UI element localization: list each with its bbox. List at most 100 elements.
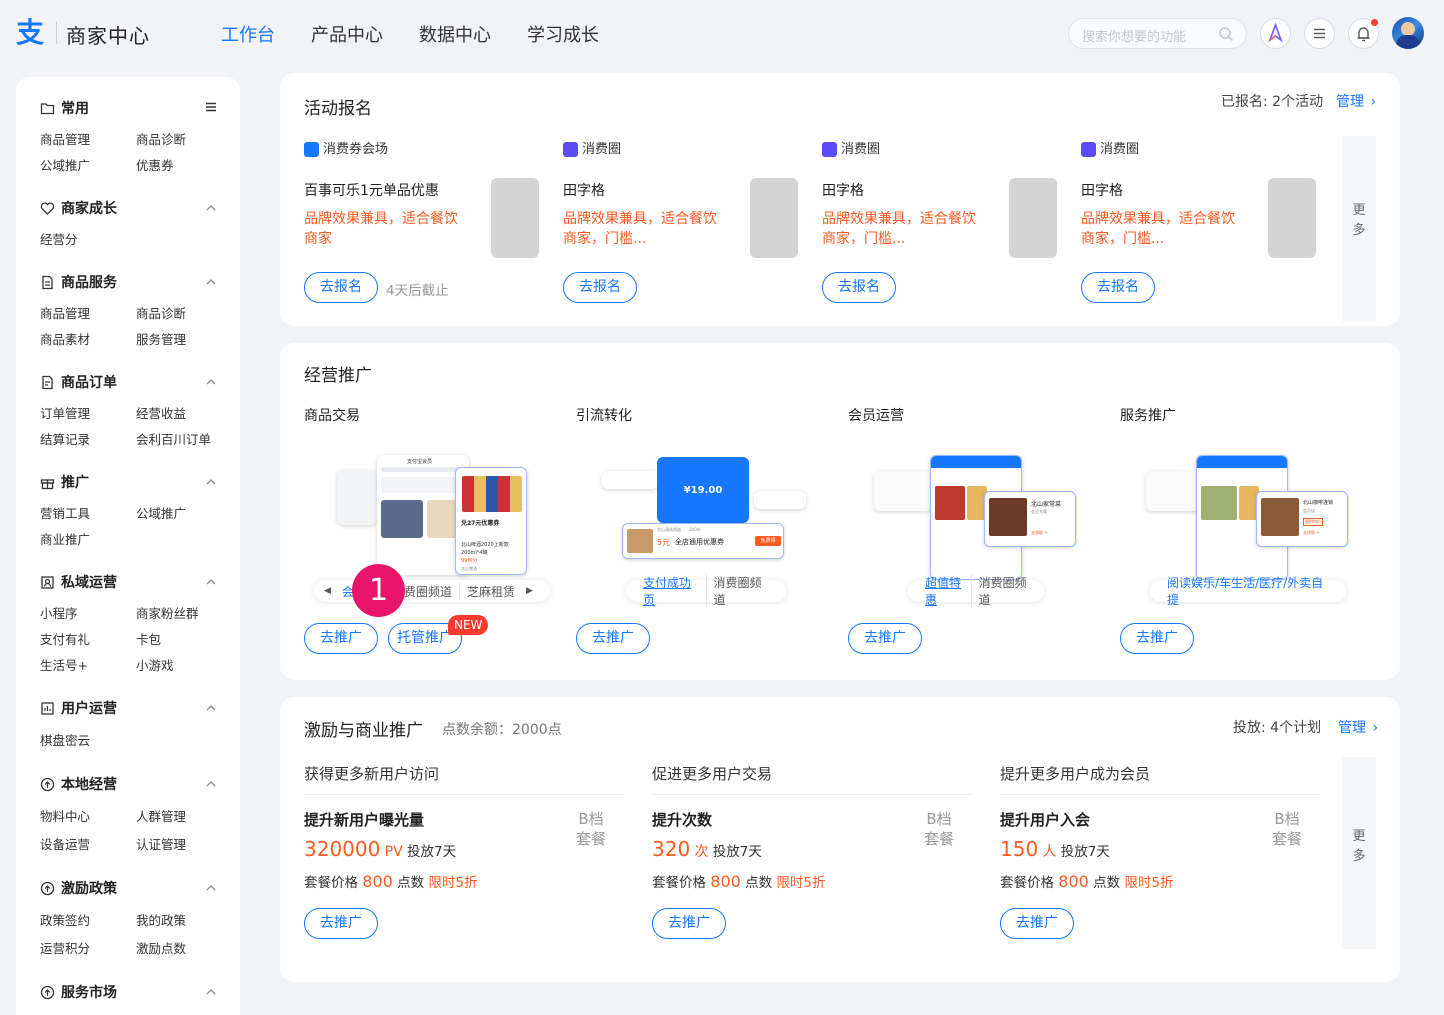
- heart-icon: [40, 201, 55, 215]
- sidebar-item-commercial-promo[interactable]: 商业推广: [40, 529, 90, 548]
- sidebar-item-product-diagnosis-2[interactable]: 商品诊断: [136, 303, 186, 322]
- sidebar-item-product-mgmt[interactable]: 商品管理: [40, 129, 90, 148]
- chevron-up-icon[interactable]: [205, 276, 217, 288]
- sidebar-item-product-mgmt-2[interactable]: 商品管理: [40, 303, 90, 322]
- sidebar-item-business-score[interactable]: 经营分: [40, 229, 78, 248]
- nav-data[interactable]: 数据中心: [419, 21, 491, 47]
- chevron-up-icon[interactable]: [205, 986, 217, 998]
- incentive-promote-button-1[interactable]: 去推广: [652, 908, 726, 939]
- chevron-up-icon[interactable]: [205, 778, 217, 790]
- sidebar-section-service-market[interactable]: 服务市场: [40, 982, 117, 1002]
- tab-service-categories[interactable]: 阅读娱乐/车生活/医疗/外卖自提: [1160, 574, 1336, 608]
- sidebar-item-incentive-points[interactable]: 激励点数: [136, 938, 186, 957]
- sidebar-item-mini-game[interactable]: 小游戏: [136, 655, 174, 674]
- incentive-more-button[interactable]: 更多: [1342, 757, 1376, 949]
- sidebar-section-growth[interactable]: 商家成长: [40, 198, 117, 218]
- avatar[interactable]: [1392, 17, 1424, 49]
- sidebar-item-my-policy[interactable]: 我的政策: [136, 910, 186, 929]
- sidebar-item-crowd-mgmt[interactable]: 人群管理: [136, 806, 186, 825]
- package-value-row-1: 320 次 投放7天: [652, 837, 762, 861]
- promote-button-2[interactable]: 去推广: [848, 623, 922, 654]
- activity-more-button[interactable]: 更多: [1342, 136, 1376, 322]
- sidebar-item-device-ops[interactable]: 设备运营: [40, 834, 90, 853]
- sidebar-item-card-pack[interactable]: 卡包: [136, 629, 161, 648]
- promote-button-3[interactable]: 去推广: [1120, 623, 1194, 654]
- sidebar-section-promotion[interactable]: 推广: [40, 472, 89, 492]
- sidebar-item-marketing-tools[interactable]: 营销工具: [40, 503, 90, 522]
- tab-zhima-rental[interactable]: 芝麻租赁: [458, 582, 522, 600]
- sidebar-section-user-ops[interactable]: 用户运营: [40, 698, 117, 718]
- sidebar-item-coupons[interactable]: 优惠券: [136, 155, 174, 174]
- sidebar-item-business-revenue[interactable]: 经营收益: [136, 403, 186, 422]
- incentive-promote-button-0[interactable]: 去推广: [304, 908, 378, 939]
- list-menu-icon[interactable]: [205, 101, 217, 113]
- incentive-manage-link[interactable]: 管理 ›: [1338, 717, 1378, 737]
- new-badge: NEW: [448, 615, 489, 635]
- promote-button-1[interactable]: 去推广: [576, 623, 650, 654]
- nav-learning[interactable]: 学习成长: [527, 21, 599, 47]
- arrow-left-icon[interactable]: ◀: [324, 586, 335, 596]
- service-promo-illustration: 北山咖啡连锁 会员店 限时特价 去详情 >: [1146, 455, 1351, 580]
- sidebar-item-product-material[interactable]: 商品素材: [40, 329, 90, 348]
- arrow-right-icon[interactable]: ▶: [522, 586, 533, 596]
- register-button-1[interactable]: 去报名: [563, 272, 637, 303]
- top-header: 支 商家中心 工作台 产品中心 数据中心 学习成长 搜索你想要的功能: [0, 0, 1444, 66]
- sidebar-item-certification[interactable]: 认证管理: [136, 834, 186, 853]
- tab-super-deal[interactable]: 超值特惠: [918, 574, 971, 608]
- sidebar-item-service-mgmt[interactable]: 服务管理: [136, 329, 186, 348]
- chevron-right-icon: ›: [1370, 94, 1377, 110]
- chevron-up-icon[interactable]: [205, 476, 217, 488]
- sidebar-item-product-diagnosis[interactable]: 商品诊断: [136, 129, 186, 148]
- register-button-2[interactable]: 去报名: [822, 272, 896, 303]
- register-button-0[interactable]: 去报名: [304, 272, 378, 303]
- divider: [652, 794, 972, 795]
- sidebar-section-incentive[interactable]: 激励政策: [40, 878, 117, 898]
- sidebar-item-life-account[interactable]: 生活号+: [40, 655, 88, 674]
- sidebar-item-payment-gift[interactable]: 支付有礼: [40, 629, 90, 648]
- traffic-conversion-illustration: ¥19.00 北山清扬频道 300m 5元 全店通用优惠券 免费领: [602, 455, 807, 565]
- alipay-logo-icon[interactable]: 支: [16, 18, 48, 48]
- tab-consumer-channel-3[interactable]: 消费圈频道: [970, 574, 1034, 608]
- ai-assistant-icon[interactable]: [1260, 18, 1291, 49]
- tab-payment-success[interactable]: 支付成功页: [636, 574, 706, 608]
- nav-workbench[interactable]: 工作台: [221, 21, 275, 47]
- sidebar-section-local[interactable]: 本地经营: [40, 774, 117, 794]
- nav-products[interactable]: 产品中心: [311, 21, 383, 47]
- sidebar-item-public-promo[interactable]: 公域推广: [40, 155, 90, 174]
- sidebar-item-order-mgmt[interactable]: 订单管理: [40, 403, 90, 422]
- sidebar: 常用 商品管理 商品诊断 公域推广 优惠券 商家成长 经营分 商品服务 商品管理…: [16, 77, 240, 1015]
- register-button-3[interactable]: 去报名: [1081, 272, 1155, 303]
- chevron-up-icon[interactable]: [205, 202, 217, 214]
- tab-consumer-channel-2[interactable]: 消费圈频道: [705, 574, 777, 608]
- activity-desc-2a: 品牌效果兼具，适合餐饮: [822, 211, 976, 227]
- sidebar-item-huili-orders[interactable]: 会利百川订单: [136, 429, 211, 448]
- sidebar-item-public-promo-2[interactable]: 公域推广: [136, 503, 186, 522]
- search-input[interactable]: 搜索你想要的功能: [1068, 18, 1247, 49]
- chevron-up-icon[interactable]: [205, 376, 217, 388]
- sidebar-item-chessboard-cloud[interactable]: 棋盘密云: [40, 730, 90, 749]
- activity-manage-link[interactable]: 管理 ›: [1336, 91, 1376, 111]
- chevron-up-icon[interactable]: [205, 576, 217, 588]
- sidebar-item-ops-points[interactable]: 运营积分: [40, 938, 90, 957]
- promote-button-0[interactable]: 去推广: [304, 623, 378, 654]
- brand-title[interactable]: 商家中心: [66, 20, 150, 49]
- sidebar-item-fan-group[interactable]: 商家粉丝群: [136, 603, 199, 622]
- chevron-up-icon[interactable]: [205, 702, 217, 714]
- bell-icon[interactable]: [1348, 18, 1379, 49]
- incentive-col-head-1: 促进更多用户交易: [652, 765, 773, 783]
- incentive-card: 激励与商业推广 点数余额：2000点 投放: 4个计划 管理 › 获得更多新用户…: [280, 697, 1400, 982]
- sidebar-item-settlement[interactable]: 结算记录: [40, 429, 90, 448]
- sidebar-section-private-domain[interactable]: 私域运营: [40, 572, 117, 592]
- logo-divider: [56, 22, 57, 44]
- activity-desc-2b: 商家，门槛...: [822, 231, 906, 247]
- chevron-up-icon[interactable]: [205, 882, 217, 894]
- menu-icon[interactable]: [1304, 18, 1335, 49]
- sidebar-section-product-service[interactable]: 商品服务: [40, 272, 117, 292]
- sidebar-item-mini-program[interactable]: 小程序: [40, 603, 78, 622]
- sidebar-item-policy-signing[interactable]: 政策签约: [40, 910, 90, 929]
- incentive-promote-button-2[interactable]: 去推广: [1000, 908, 1074, 939]
- sidebar-section-common[interactable]: 常用: [40, 98, 89, 118]
- sidebar-section-orders[interactable]: 商品订单: [40, 372, 117, 392]
- sidebar-item-material-center[interactable]: 物料中心: [40, 806, 90, 825]
- activity-thumb-1: [750, 178, 798, 258]
